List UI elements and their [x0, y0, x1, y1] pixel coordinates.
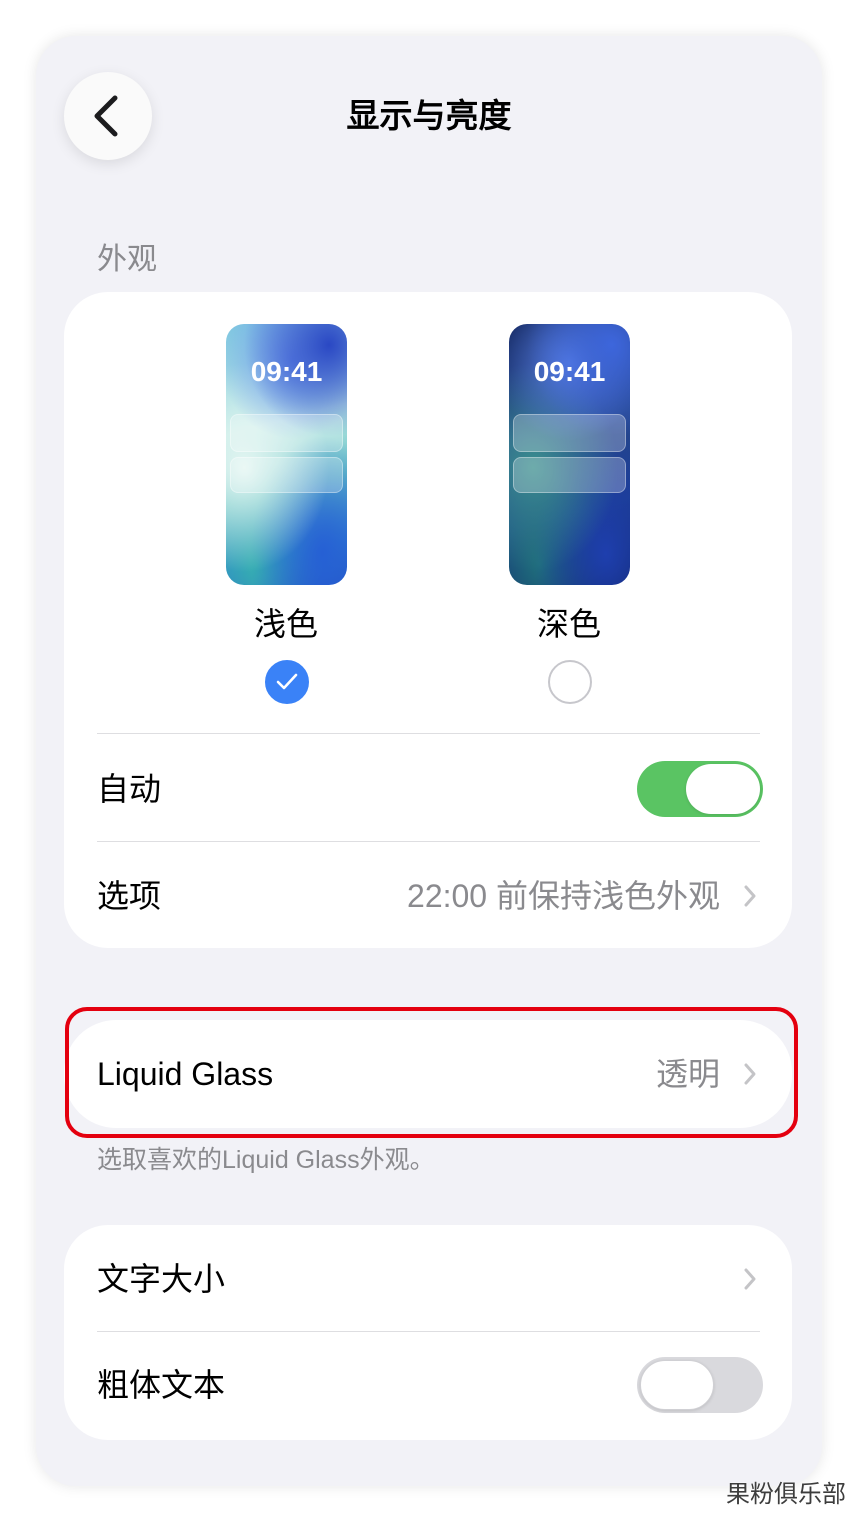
divider — [97, 841, 760, 842]
light-mode-radio[interactable] — [265, 660, 309, 704]
appearance-options-label[interactable]: 选项 — [97, 876, 161, 916]
preview-widget — [230, 457, 343, 493]
chevron-right-icon[interactable] — [743, 884, 757, 908]
liquid-glass-footer: 选取喜欢的Liquid Glass外观。 — [97, 1146, 435, 1174]
dark-mode-radio[interactable] — [548, 660, 592, 704]
text-size-label[interactable]: 文字大小 — [97, 1259, 225, 1299]
preview-time: 09:41 — [533, 356, 606, 387]
auto-appearance-label: 自动 — [97, 771, 162, 807]
light-mode-label[interactable]: 浅色 — [186, 604, 386, 644]
preview-widget — [230, 414, 343, 452]
dark-mode-preview[interactable]: 09:41 — [509, 324, 630, 585]
divider — [97, 1331, 760, 1332]
toggle-knob — [640, 1360, 714, 1410]
appearance-options-value[interactable]: 22:00 前保持浅色外观 — [407, 876, 720, 916]
preview-widget — [513, 414, 626, 452]
preview-time: 09:41 — [250, 356, 323, 387]
watermark: 果粉俱乐部 — [726, 1481, 846, 1508]
bold-text-toggle[interactable] — [637, 1357, 763, 1413]
appearance-card: 09:41 09:41 浅色 深色 自动 选项 22:00 前保持浅色外观 — [64, 292, 792, 948]
light-mode-preview[interactable]: 09:41 — [226, 324, 347, 585]
auto-appearance-toggle[interactable] — [637, 761, 763, 817]
page-title: 显示与亮度 — [346, 97, 512, 134]
divider — [97, 733, 760, 734]
appearance-section-title: 外观 — [97, 243, 157, 276]
display-brightness-panel: 显示与亮度 外观 09:41 09:41 浅色 深色 自动 选项 22:00 前… — [36, 36, 822, 1486]
preview-widget — [513, 457, 626, 493]
chevron-right-icon[interactable] — [743, 1267, 757, 1291]
toggle-knob — [686, 764, 760, 814]
dark-mode-label[interactable]: 深色 — [469, 604, 669, 644]
bold-text-label: 粗体文本 — [97, 1367, 226, 1403]
checkmark-icon — [275, 672, 299, 692]
text-settings-card: 文字大小 粗体文本 — [64, 1225, 792, 1440]
annotation-highlight-box — [65, 1007, 798, 1138]
